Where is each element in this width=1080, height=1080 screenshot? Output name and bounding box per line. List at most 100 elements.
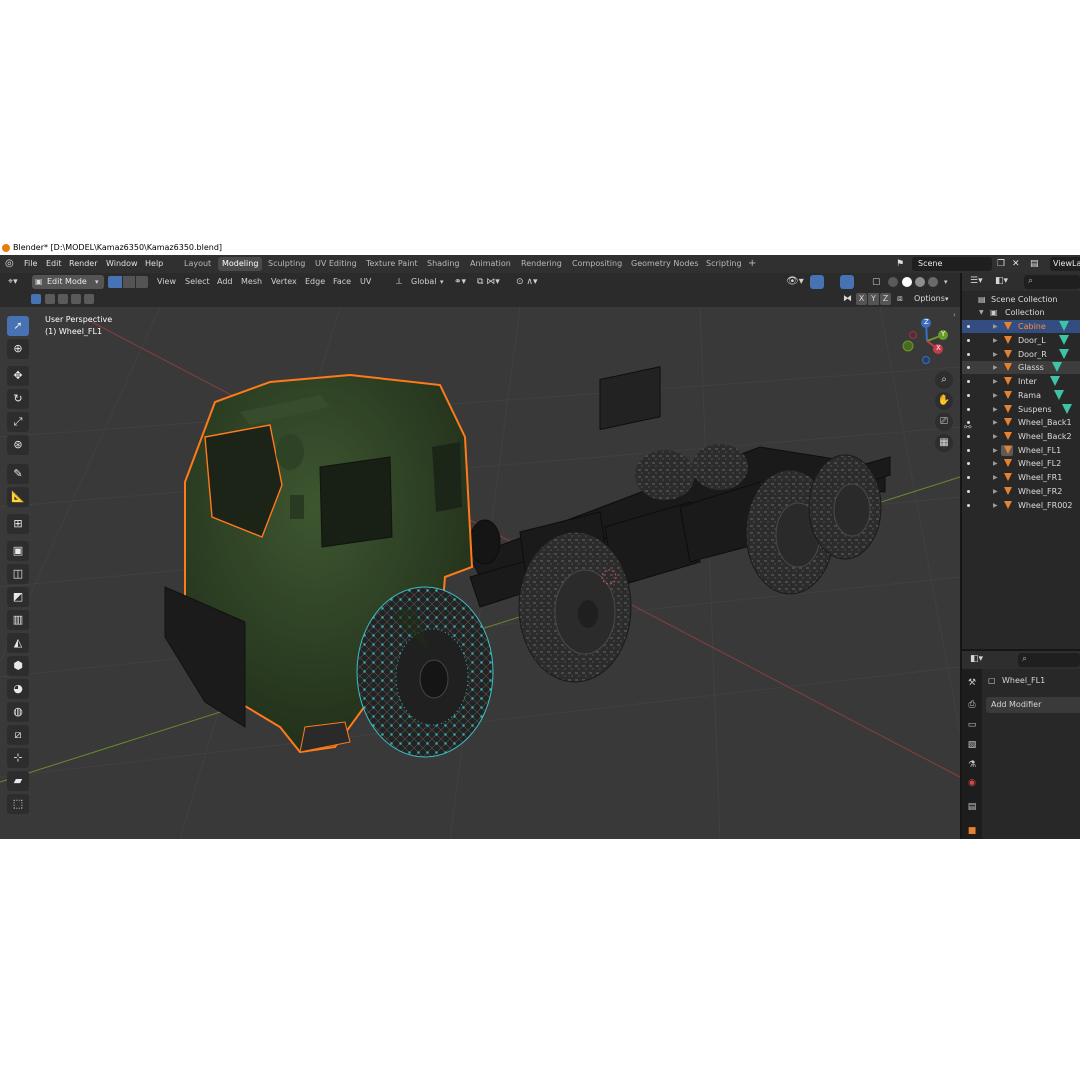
visibility-eye-icon[interactable] <box>967 462 970 465</box>
mirror-z-button[interactable]: Z <box>880 293 891 305</box>
output-tab-icon[interactable]: ▭ <box>966 719 978 731</box>
edge-select-icon[interactable] <box>123 276 135 288</box>
edge-slide-tool[interactable]: ⧄ <box>7 725 29 745</box>
expand-arrow-icon[interactable]: ▶ <box>993 320 998 333</box>
measure-tool[interactable]: 📐 <box>7 487 29 507</box>
tab-geometry-nodes[interactable]: Geometry Nodes <box>627 257 702 271</box>
mode-dropdown[interactable]: ▣ Edit Mode ▾ <box>32 275 104 289</box>
menu-help[interactable]: Help <box>145 255 163 273</box>
transform-tool[interactable]: ⊛ <box>7 435 29 455</box>
menu-vertex[interactable]: Vertex <box>271 273 297 291</box>
tab-modeling[interactable]: Modeling <box>218 257 263 271</box>
menu-mesh[interactable]: Mesh <box>241 273 262 291</box>
tab-uv-editing[interactable]: UV Editing <box>311 257 361 271</box>
outliner-scene-collection[interactable]: ▤ Scene Collection <box>962 293 1080 306</box>
outliner-search-input[interactable]: ⌕ <box>1024 275 1080 289</box>
area-divider[interactable] <box>962 649 1080 651</box>
select-box-tool[interactable]: ➚ <box>7 316 29 336</box>
select-invert-icon[interactable] <box>71 294 81 304</box>
add-cube-tool[interactable]: ⊞ <box>7 514 29 534</box>
grid-perspective-icon[interactable]: ▦ <box>935 434 953 452</box>
add-workspace-button[interactable]: + <box>744 257 760 271</box>
render-tab-icon[interactable]: ⎙ <box>966 699 978 711</box>
shrink-fatten-tool[interactable]: ⊹ <box>7 748 29 768</box>
knife-tool[interactable]: ◭ <box>7 633 29 653</box>
view-layer-tab-icon[interactable]: ▧ <box>966 739 978 751</box>
sidebar-toggle-icon[interactable]: ‹ <box>953 311 956 319</box>
outliner-item-wheel-fl2[interactable]: ▶ Wheel_FL2 <box>962 457 1080 470</box>
outliner-item-wheel-fr2[interactable]: ▶ Wheel_FR2 <box>962 485 1080 498</box>
visibility-eye-icon[interactable] <box>967 490 970 493</box>
vertex-select-icon[interactable] <box>108 276 122 288</box>
visibility-eye-icon[interactable] <box>967 380 970 383</box>
collection-tab-icon[interactable]: ▤ <box>966 801 978 813</box>
solid-shading-icon[interactable] <box>902 277 912 287</box>
visibility-eye-icon[interactable] <box>967 449 970 452</box>
expand-arrow-icon[interactable]: ▶ <box>993 499 998 512</box>
zoom-icon[interactable]: ⌕ <box>935 371 953 389</box>
scene-selector[interactable]: Scene <box>912 257 992 271</box>
pan-hand-icon[interactable]: ✋ <box>935 392 953 410</box>
outliner-item-wheel-fr002[interactable]: ▶ Wheel_FR002 <box>962 499 1080 512</box>
inset-tool[interactable]: ◫ <box>7 564 29 584</box>
tab-sculpting[interactable]: Sculpting <box>264 257 309 271</box>
editor-type-icon[interactable]: ⌖▾ <box>8 273 18 291</box>
view-layer-selector[interactable]: ViewLay <box>1050 257 1080 271</box>
mirror-y-button[interactable]: Y <box>868 293 879 305</box>
visibility-eye-icon[interactable] <box>967 408 970 411</box>
outliner-item-suspens[interactable]: ▶ Suspens <box>962 403 1080 416</box>
poly-build-tool[interactable]: ⬢ <box>7 656 29 676</box>
overlay-toggle-icon[interactable] <box>840 275 854 289</box>
orientation-dropdown[interactable]: Global <box>411 273 437 291</box>
menu-uv[interactable]: UV <box>360 273 371 291</box>
tab-rendering[interactable]: Rendering <box>517 257 566 271</box>
tab-animation[interactable]: Animation <box>466 257 515 271</box>
expand-arrow-icon[interactable]: ▶ <box>993 361 998 374</box>
move-tool[interactable]: ✥ <box>7 366 29 386</box>
menu-select[interactable]: Select <box>185 273 210 291</box>
outliner-collection[interactable]: ▼ ▣ Collection <box>962 306 1080 319</box>
filter-icon[interactable]: ⚯ <box>964 423 972 433</box>
shear-tool[interactable]: ▰ <box>7 771 29 791</box>
world-tab-icon[interactable]: ◉ <box>966 777 978 789</box>
menu-render[interactable]: Render <box>69 255 97 273</box>
menu-face[interactable]: Face <box>333 273 351 291</box>
display-mode-icon[interactable]: ◧▾ <box>995 276 1008 286</box>
menu-edit[interactable]: Edit <box>46 255 62 273</box>
area-divider[interactable] <box>960 273 962 839</box>
properties-search-input[interactable]: ⌕ <box>1018 653 1080 667</box>
outliner-item-rama[interactable]: ▶ Rama <box>962 389 1080 402</box>
menu-window[interactable]: Window <box>106 255 138 273</box>
visibility-eye-icon[interactable] <box>967 504 970 507</box>
outliner-item-wheel-fr1[interactable]: ▶ Wheel_FR1 <box>962 471 1080 484</box>
outliner-item-glasss[interactable]: ▶ Glasss <box>962 361 1080 374</box>
outliner-item-door-l[interactable]: ▶ Door_L <box>962 334 1080 347</box>
expand-arrow-icon[interactable]: ▶ <box>993 348 998 361</box>
rendered-shading-icon[interactable] <box>928 277 938 287</box>
spin-tool[interactable]: ◕ <box>7 679 29 699</box>
extrude-tool[interactable]: ▣ <box>7 541 29 561</box>
annotate-tool[interactable]: ✎ <box>7 464 29 484</box>
outliner-item-wheel-back2[interactable]: ▶ Wheel_Back2 <box>962 430 1080 443</box>
menu-add[interactable]: Add <box>217 273 233 291</box>
select-intersect-icon[interactable] <box>84 294 94 304</box>
tool-tab-icon[interactable]: ⚒ <box>966 677 978 689</box>
select-subtract-icon[interactable] <box>58 294 68 304</box>
xray-icon[interactable]: ▢ <box>872 273 881 291</box>
outliner-item-cabine[interactable]: ▶ Cabine <box>962 320 1080 333</box>
delete-scene-icon[interactable]: ✕ <box>1012 255 1020 273</box>
material-shading-icon[interactable] <box>915 277 925 287</box>
menu-file[interactable]: File <box>24 255 37 273</box>
new-scene-icon[interactable]: ❐ <box>997 255 1005 273</box>
scale-tool[interactable]: ⤢ <box>7 412 29 432</box>
outliner-editor-icon[interactable]: ☰▾ <box>970 276 983 286</box>
tab-shading[interactable]: Shading <box>423 257 464 271</box>
wireframe-shading-icon[interactable] <box>888 277 898 287</box>
visibility-eye-icon[interactable] <box>967 394 970 397</box>
expand-arrow-icon[interactable]: ▶ <box>993 375 998 388</box>
expand-arrow-icon[interactable]: ▶ <box>993 457 998 470</box>
outliner-item-door-r[interactable]: ▶ Door_R <box>962 348 1080 361</box>
properties-editor-icon[interactable]: ◧▾ <box>970 654 983 664</box>
snap-icon[interactable]: ⧉ ⋈▾ <box>477 273 500 291</box>
scene-tab-icon[interactable]: ⚗ <box>966 759 978 771</box>
